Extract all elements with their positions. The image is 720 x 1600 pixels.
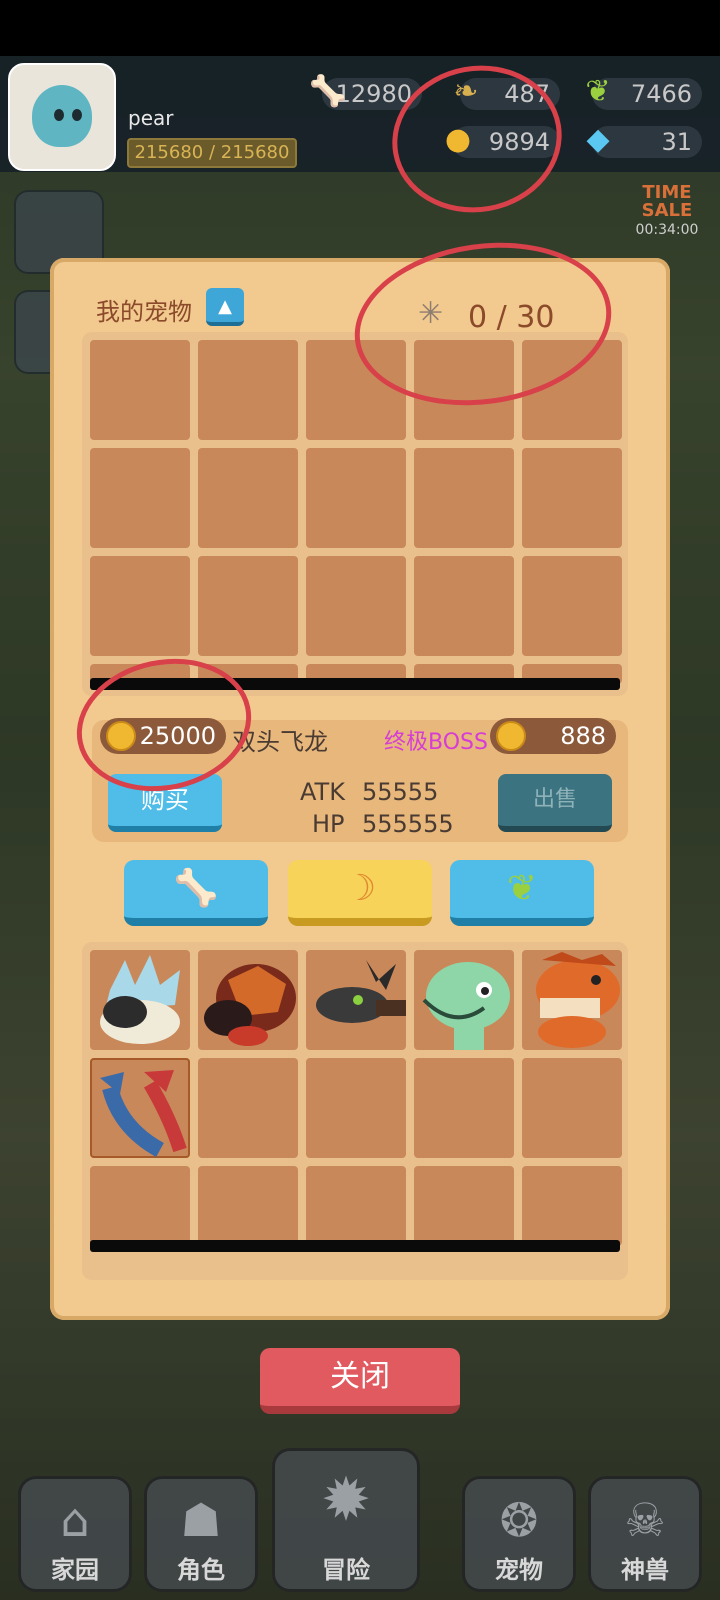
time-sale-timer: 00:34:00 (635, 222, 699, 238)
bone-icon: 🦴 (173, 868, 219, 909)
home-icon: ⌂ (60, 1493, 90, 1547)
pet-slot[interactable] (198, 340, 298, 440)
avatar-eye (72, 109, 82, 121)
pet-slot[interactable] (90, 448, 190, 548)
time-sale-label: TIME SALE (641, 182, 693, 221)
nav-adventure-label: 冒险 (322, 1556, 370, 1584)
black-horned-dragon-icon (316, 960, 406, 1023)
two-headed-dragon-icon (100, 1070, 187, 1158)
lava-shell-beast-icon (204, 964, 296, 1046)
green-dino[interactable] (414, 950, 514, 1050)
monster-shop-grid (82, 942, 628, 1280)
horn-icon: ☽ (343, 868, 377, 909)
bone-icon: 🦴 (309, 74, 347, 109)
leaf-resource: ❦ 7466 (585, 74, 702, 110)
ice-spike-beast[interactable] (90, 950, 190, 1050)
pet-slot[interactable] (90, 340, 190, 440)
pet-slot[interactable] (414, 448, 514, 548)
nav-character[interactable]: ☗ 角色 (144, 1476, 258, 1592)
nav-beast[interactable]: ☠ 神兽 (588, 1476, 702, 1592)
pet-slot[interactable] (414, 556, 514, 656)
nav-adventure[interactable]: ✹ 冒险 (272, 1448, 420, 1592)
bottom-nav: ⌂ 家园 ☗ 角色 ✹ 冒险 ❂ 宠物 ☠ 神兽 (0, 1440, 720, 1600)
monster-slot[interactable] (306, 1166, 406, 1246)
nav-character-label: 角色 (177, 1556, 225, 1584)
monster-slot[interactable] (198, 1058, 298, 1158)
collapse-button[interactable]: ▲ (206, 288, 244, 326)
nav-pet-label: 宠物 (495, 1556, 543, 1584)
monster-slot[interactable] (414, 1058, 514, 1158)
pet-slot[interactable] (198, 556, 298, 656)
leaf-icon: ❦ (506, 868, 538, 909)
coin-icon (496, 721, 526, 751)
lava-shell-beast[interactable] (198, 950, 298, 1050)
avatar-eye (54, 109, 64, 121)
avatar[interactable] (8, 63, 116, 171)
pet-slot[interactable] (306, 448, 406, 548)
monster-slot[interactable] (306, 1058, 406, 1158)
pet-slot[interactable] (306, 556, 406, 656)
player-name: pear (128, 106, 174, 130)
sell-button[interactable]: 出售 (498, 774, 612, 832)
gem-count: 31 (661, 128, 692, 156)
gem-resource: ◆ 31 (586, 122, 702, 158)
green-dino-icon (422, 962, 510, 1050)
hp-label: HP (312, 810, 345, 838)
pet-slot[interactable] (522, 448, 622, 548)
panel-title: 我的宠物 (96, 298, 192, 326)
two-headed-dragon[interactable] (90, 1058, 190, 1158)
tab-leaf[interactable]: ❦ (450, 860, 594, 926)
pet-slot[interactable] (522, 556, 622, 656)
ice-spike-beast-icon (100, 955, 180, 1044)
monster-slot[interactable] (414, 1166, 514, 1246)
close-button[interactable]: 关闭 (260, 1348, 460, 1414)
tab-bone[interactable]: 🦴 (124, 860, 268, 926)
nav-home-label: 家园 (51, 1556, 99, 1584)
leaf-icon: ❦ (585, 74, 611, 109)
monster-slot[interactable] (198, 1166, 298, 1246)
nav-home[interactable]: ⌂ 家园 (18, 1476, 132, 1592)
pet-rank: 终极BOSS (384, 730, 488, 755)
gem-icon: ◆ (586, 122, 610, 157)
character-icon: ☗ (180, 1493, 222, 1547)
hp-value: 555555 (362, 810, 454, 838)
pet-slot[interactable] (90, 556, 190, 656)
nav-beast-label: 神兽 (621, 1556, 669, 1584)
pet-icon: ❂ (499, 1493, 539, 1547)
pet-slot[interactable] (198, 448, 298, 548)
leaf-count: 7466 (630, 80, 692, 108)
monster-slot[interactable] (522, 1166, 622, 1246)
adventure-icon: ✹ (320, 1465, 372, 1535)
orange-trex[interactable] (522, 950, 622, 1050)
sell-price-value: 888 (560, 722, 606, 750)
scroll-edge (90, 1240, 620, 1252)
monster-slot[interactable] (90, 1166, 190, 1246)
player-hp-bar: 215680 / 215680 (127, 138, 297, 168)
monster-slot[interactable] (522, 1058, 622, 1158)
sell-price: 888 (490, 718, 616, 754)
beast-icon: ☠ (624, 1493, 666, 1547)
tab-horn[interactable]: ☽ (288, 860, 432, 926)
atk-value: 55555 (362, 778, 439, 806)
atk-label: ATK (300, 778, 345, 806)
nav-pet[interactable]: ❂ 宠物 (462, 1476, 576, 1592)
orange-trex-icon (536, 952, 620, 1048)
black-horned-dragon[interactable] (306, 950, 406, 1050)
